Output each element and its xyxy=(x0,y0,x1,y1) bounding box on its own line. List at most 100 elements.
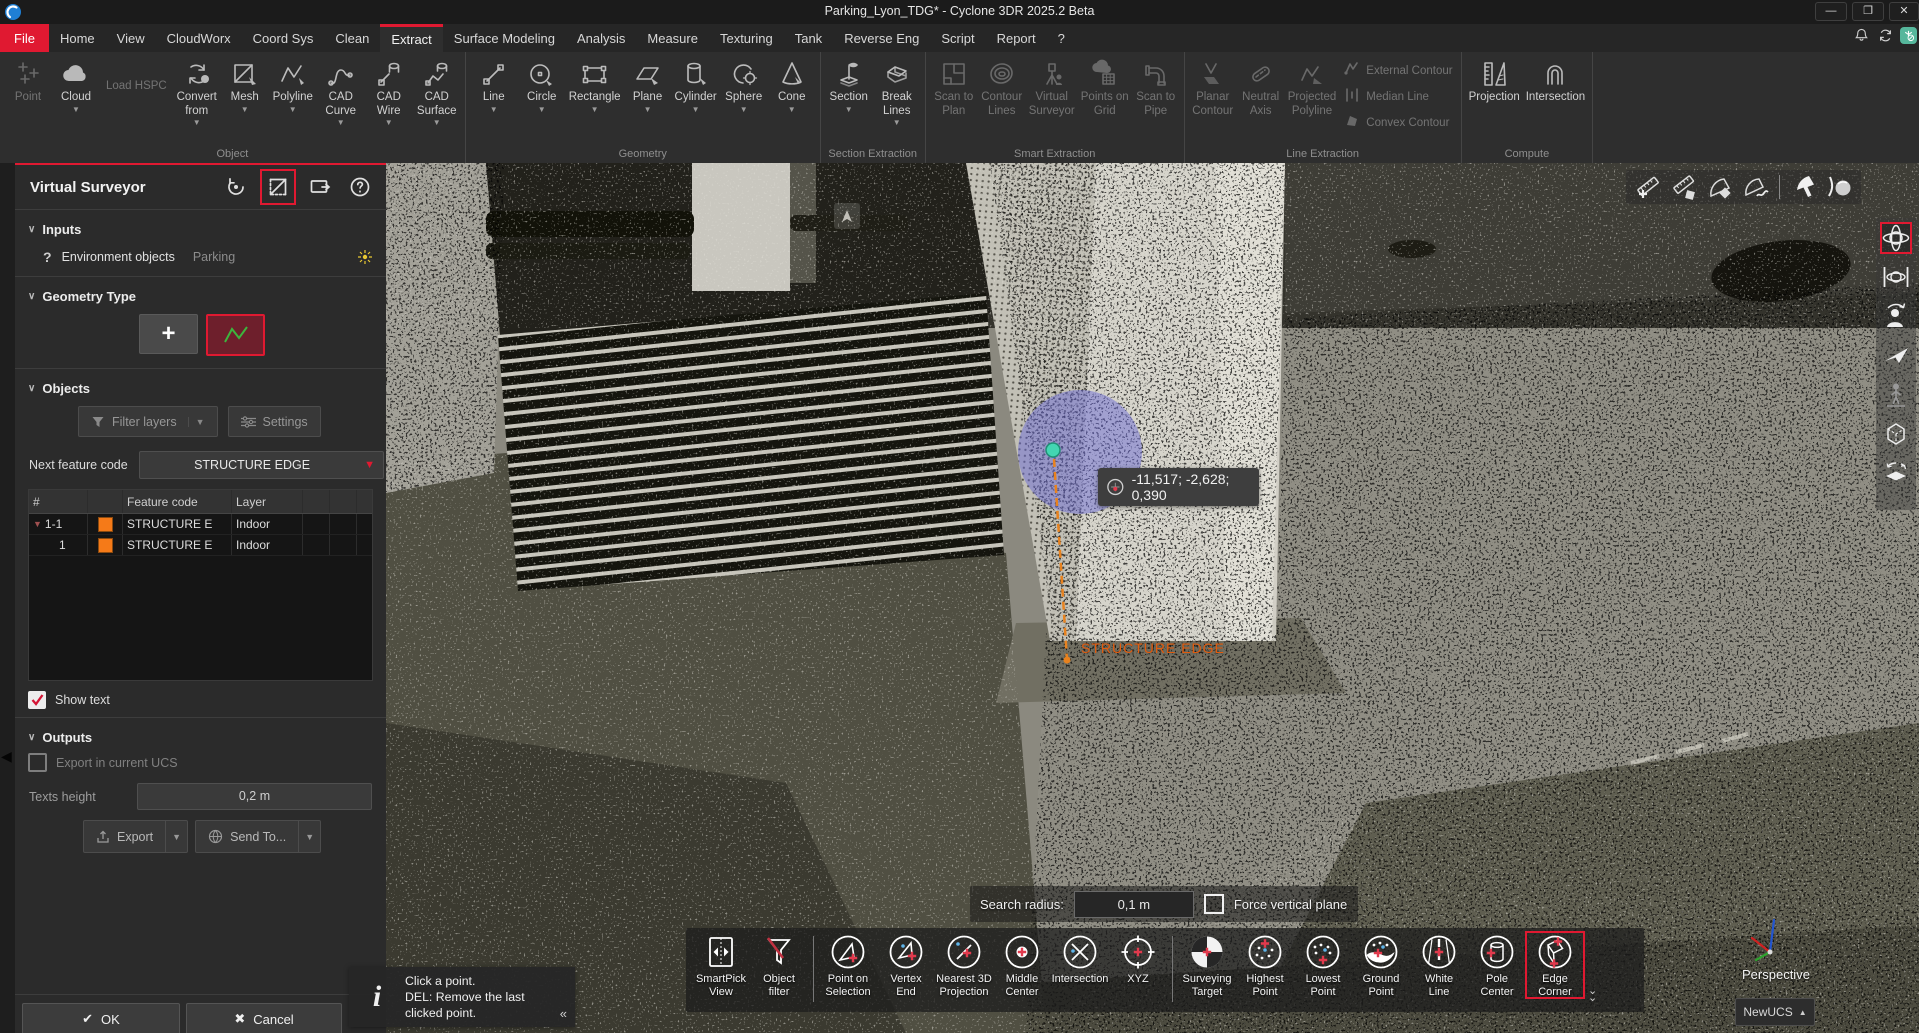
menu-item-surface-modeling[interactable]: Surface Modeling xyxy=(443,24,566,52)
ucs-selector-button[interactable]: NewUCS ▲ xyxy=(1735,998,1815,1026)
ribbon-button-scan-to-pipe[interactable]: Scan to Pipe xyxy=(1132,54,1180,118)
menu-item-home[interactable]: Home xyxy=(49,24,106,52)
snap-button-ground-point[interactable]: Ground Point xyxy=(1352,932,1410,998)
feature-color-swatch[interactable] xyxy=(98,538,113,553)
snap-button-point-on-selection[interactable]: Point on Selection xyxy=(819,932,877,998)
snap-button-smartpick-view[interactable]: SmartPick View xyxy=(692,932,750,998)
filter-layers-button[interactable]: Filter layers ▼ xyxy=(78,406,218,437)
snap-button-middle-center[interactable]: Middle Center xyxy=(993,932,1051,998)
ribbon-button-point[interactable]: Point xyxy=(4,54,52,105)
section-outputs[interactable]: ∨Outputs xyxy=(15,718,386,749)
search-radius-input[interactable]: 0,1 m xyxy=(1074,891,1194,918)
ribbon-button-projected-polyline[interactable]: Projected Polyline xyxy=(1285,54,1340,118)
ribbon-button-virtual-surveyor[interactable]: Virtual Surveyor xyxy=(1026,54,1078,118)
menu-item-extract[interactable]: Extract xyxy=(380,24,442,52)
ribbon-button-scan-to-plan[interactable]: Scan to Plan xyxy=(930,54,978,118)
ribbon-button-projection[interactable]: Projection xyxy=(1466,54,1523,105)
projection-mode-label[interactable]: Perspective xyxy=(1742,967,1810,982)
snap-button-lowest-point[interactable]: Lowest Point xyxy=(1294,932,1352,998)
export-ucs-row[interactable]: Export in current UCS xyxy=(15,749,386,774)
snap-button-object-filter[interactable]: Object filter xyxy=(750,932,808,998)
screenshot-icon[interactable] xyxy=(304,171,336,203)
table-row[interactable]: ▼1-1STRUCTURE EIndoor xyxy=(29,514,372,535)
ribbon-button-neutral-axis[interactable]: Neutral Axis xyxy=(1237,54,1285,118)
table-header-#[interactable]: # xyxy=(29,490,88,513)
ribbon-button-convert-from[interactable]: Convert from▼ xyxy=(173,54,221,127)
snap-button-pole-center[interactable]: Pole Center xyxy=(1468,932,1526,998)
ribbon-button-line[interactable]: Line▼ xyxy=(470,54,518,114)
close-button[interactable]: ✕ xyxy=(1889,2,1919,21)
menu-item-reverse-eng[interactable]: Reverse Eng xyxy=(833,24,930,52)
feature-color-swatch[interactable] xyxy=(98,517,113,532)
settings-button[interactable]: Settings xyxy=(228,406,321,437)
ribbon-button-cad-surface[interactable]: CAD Surface▼ xyxy=(413,54,461,127)
measure-tool-angle-diamond-icon[interactable] xyxy=(1704,172,1736,202)
nav-tool-walk-icon[interactable] xyxy=(1880,378,1912,410)
ribbon-button-section[interactable]: Section▼ xyxy=(825,54,873,114)
ribbon-button-contour-lines[interactable]: Contour Lines xyxy=(978,54,1026,118)
menu-item-analysis[interactable]: Analysis xyxy=(566,24,636,52)
section-inputs[interactable]: ∨Inputs xyxy=(15,210,386,241)
ribbon-button-mesh[interactable]: Mesh▼ xyxy=(221,54,269,114)
menu-item-view[interactable]: View xyxy=(106,24,156,52)
show-text-row[interactable]: Show text xyxy=(15,681,386,711)
table-header-empty[interactable] xyxy=(303,490,330,513)
ribbon-button-cone[interactable]: Cone▼ xyxy=(768,54,816,114)
send-to-button[interactable]: Send To... xyxy=(195,820,299,853)
section-objects[interactable]: ∨Objects xyxy=(15,369,386,400)
ribbon-button-median-line[interactable]: Median Line xyxy=(1343,86,1452,107)
ribbon-button-polyline[interactable]: Polyline▼ xyxy=(269,54,317,114)
help-icon[interactable] xyxy=(344,171,376,203)
sendto-dropdown-arrow[interactable]: ▼ xyxy=(299,820,321,853)
measure-tool-measure-cube-icon[interactable] xyxy=(1668,172,1700,202)
assistant-icon[interactable] xyxy=(1900,27,1917,44)
menu-item-file[interactable]: File xyxy=(0,24,49,52)
measure-tool-angle-line-icon[interactable] xyxy=(1740,172,1772,202)
nav-tool-orbit-icon[interactable] xyxy=(1880,222,1912,254)
ok-button[interactable]: ✔ OK xyxy=(22,1003,180,1033)
objects-table[interactable]: #Feature codeLayer▼1-1STRUCTURE EIndoor1… xyxy=(28,489,373,681)
texts-height-input[interactable]: 0,2 m xyxy=(137,783,372,810)
ribbon-button-intersection[interactable]: Intersection xyxy=(1523,54,1588,105)
ribbon-button-planar-contour[interactable]: Planar Contour xyxy=(1189,54,1237,118)
menu-item-cloudworx[interactable]: CloudWorx xyxy=(156,24,242,52)
snap-button-highest-point[interactable]: Highest Point xyxy=(1236,932,1294,998)
ribbon-button-load-hspc[interactable]: Load HSPC xyxy=(106,80,167,92)
table-header-empty[interactable] xyxy=(357,490,372,513)
menu-item-tank[interactable]: Tank xyxy=(784,24,833,52)
environment-objects-row[interactable]: ? Environment objects Parking xyxy=(15,241,386,267)
export-ucs-checkbox[interactable] xyxy=(28,753,47,772)
nav-tool-turntable-icon[interactable] xyxy=(1880,456,1912,488)
bell-icon[interactable] xyxy=(1852,26,1870,44)
snap-button-xyz[interactable]: XYZ xyxy=(1109,932,1167,986)
restore-button[interactable]: ❐ xyxy=(1852,2,1884,21)
snap-button-edge-corner[interactable]: Edge Corner xyxy=(1526,932,1584,998)
nav-tool-first-person-icon[interactable] xyxy=(1880,300,1912,332)
chevron-down-icon[interactable]: ▼ xyxy=(33,519,42,529)
add-point-geometry-button[interactable]: + xyxy=(139,314,198,354)
snap-button-surveying-target[interactable]: Surveying Target xyxy=(1178,932,1236,998)
minimize-button[interactable]: — xyxy=(1815,2,1847,21)
menu-item--[interactable]: ? xyxy=(1047,24,1076,52)
menu-item-script[interactable]: Script xyxy=(930,24,985,52)
snapbar-more-icon[interactable]: ⌄⌄ xyxy=(1588,988,1597,1002)
snap-button-white-line[interactable]: White Line xyxy=(1410,932,1468,998)
panel-collapse-arrow[interactable]: ◀ xyxy=(1,748,12,765)
reset-icon[interactable] xyxy=(220,171,252,203)
show-text-checkbox[interactable] xyxy=(28,691,46,709)
nav-tool-section-box-icon[interactable] xyxy=(1880,417,1912,449)
ribbon-button-points-on-grid[interactable]: Points on Grid xyxy=(1078,54,1132,118)
nav-tool-fly-icon[interactable] xyxy=(1880,339,1912,371)
ribbon-button-external-contour[interactable]: External Contour xyxy=(1343,60,1452,81)
window-select-icon[interactable] xyxy=(260,169,296,205)
snap-button-intersection[interactable]: Intersection xyxy=(1051,932,1109,986)
table-row[interactable]: 1STRUCTURE EIndoor xyxy=(29,535,372,556)
ribbon-button-convex-contour[interactable]: Convex Contour xyxy=(1343,112,1452,133)
menu-item-texturing[interactable]: Texturing xyxy=(709,24,784,52)
table-header-empty[interactable] xyxy=(330,490,357,513)
menu-item-report[interactable]: Report xyxy=(986,24,1047,52)
table-header-empty[interactable] xyxy=(88,490,123,513)
sync-icon[interactable] xyxy=(1876,26,1894,44)
table-header-Feature code[interactable]: Feature code xyxy=(123,490,232,513)
3d-viewport[interactable]: -11,517; -2,628; 0,390 STRUCTURE EDGE Se… xyxy=(386,163,1919,1033)
